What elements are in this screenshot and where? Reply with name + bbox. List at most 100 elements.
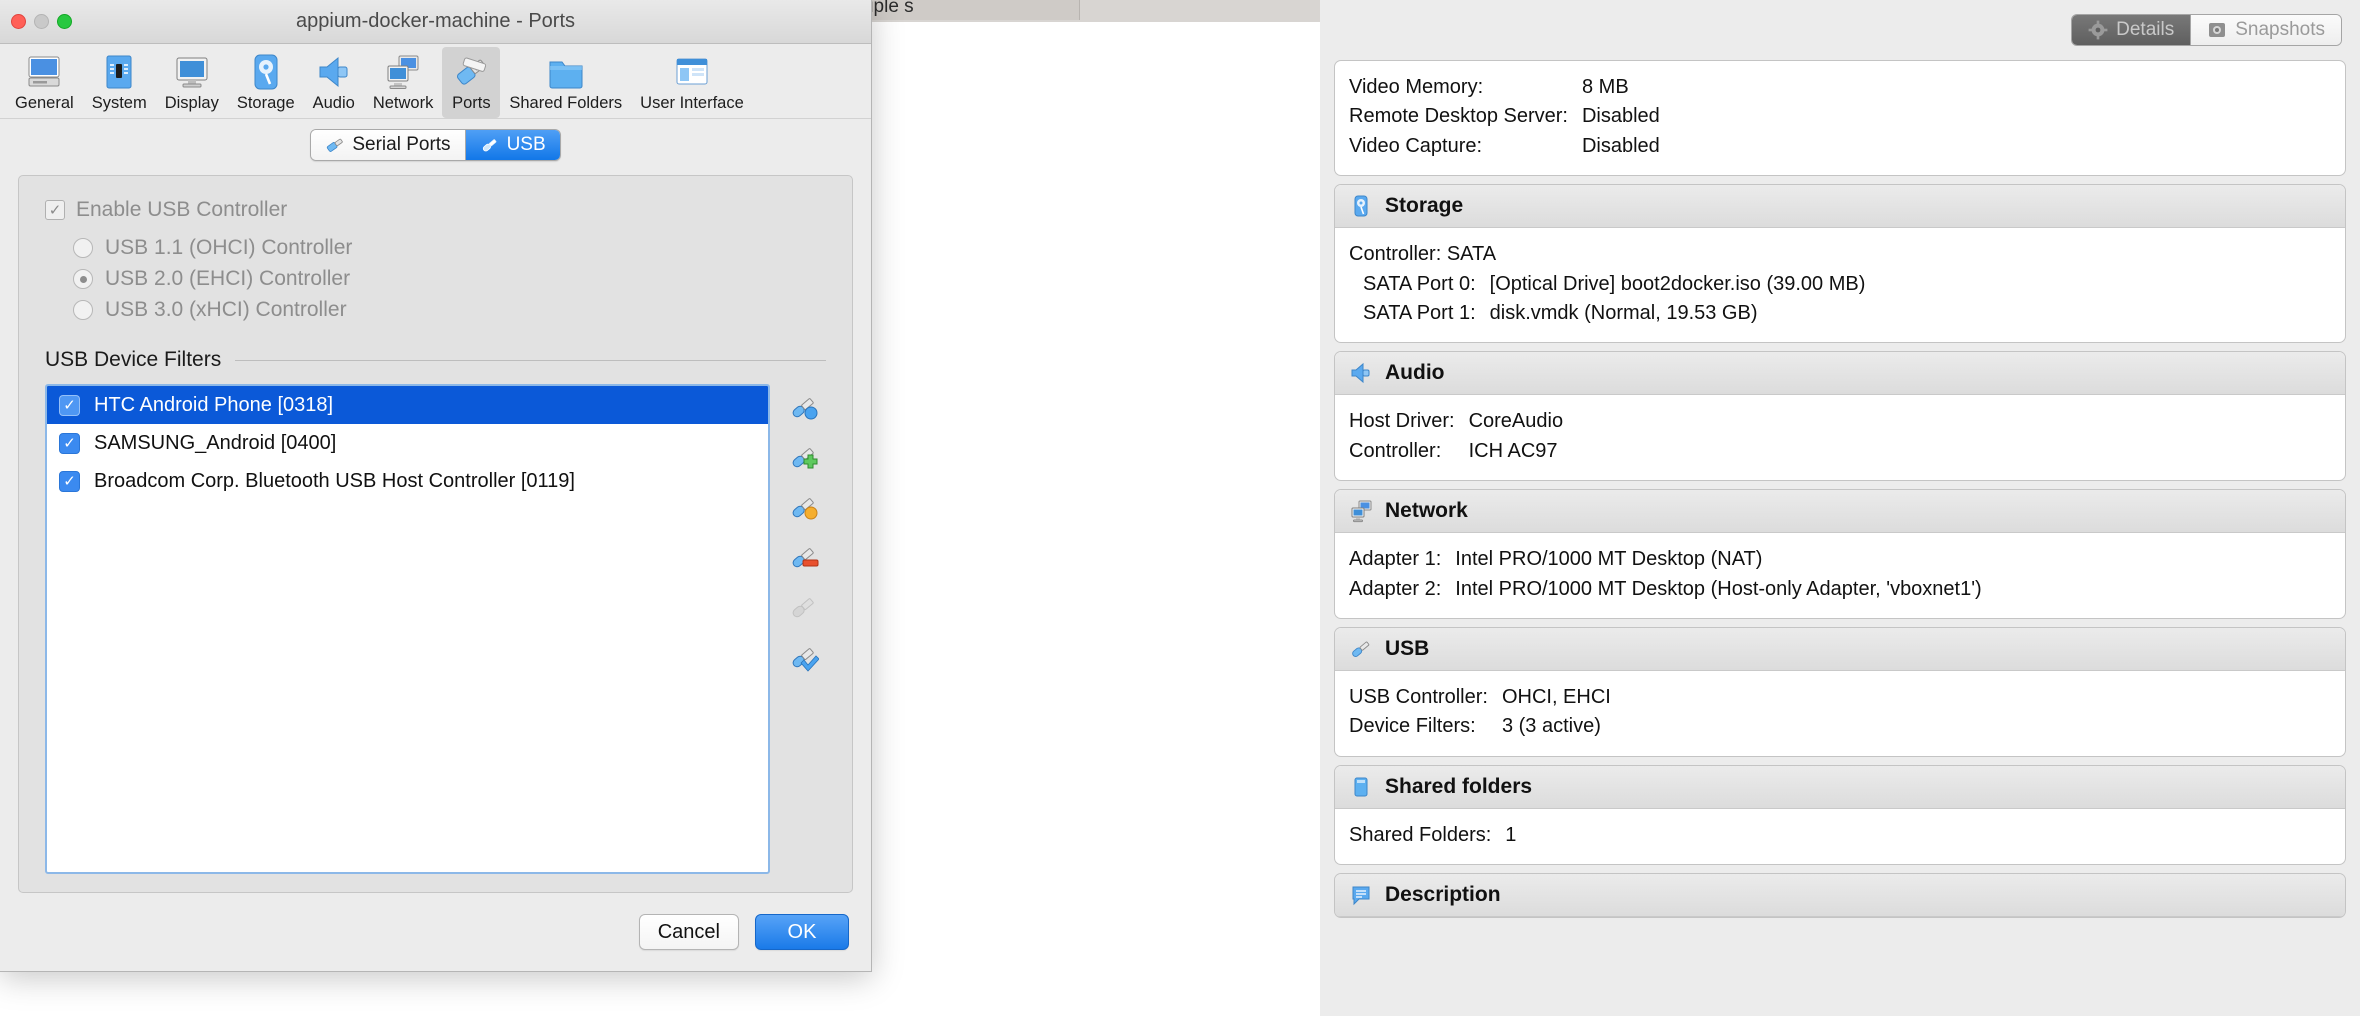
row-key: Video Memory: <box>1349 76 1484 98</box>
toolbar-item-label: Network <box>372 94 434 112</box>
card-title: Network <box>1385 499 1468 523</box>
radio-label: USB 2.0 (EHCI) Controller <box>105 267 351 290</box>
radio-button[interactable] <box>73 238 93 258</box>
row-value: 8 MB <box>1581 76 1629 98</box>
key-value-table: Video Memory: 8 MB Remote Desktop Server… <box>1349 73 2331 161</box>
shared-folders-details-card: Shared folders Shared Folders: 1 <box>1334 764 2346 866</box>
ports-subtabs-container: Serial Ports USB <box>0 119 871 171</box>
toolbar-item-system[interactable]: System <box>83 47 156 118</box>
enable-usb-controller-row[interactable]: ✓ Enable USB Controller <box>45 198 826 222</box>
cancel-button[interactable]: Cancel <box>638 914 739 950</box>
description-icon <box>1352 886 1370 906</box>
filter-label: Broadcom Corp. Bluetooth USB Host Contro… <box>94 469 575 492</box>
zoom-button[interactable] <box>57 14 72 29</box>
toolbar-item-general[interactable]: General <box>6 47 83 118</box>
usb-move-up-icon[interactable] <box>789 592 819 622</box>
radio-button[interactable] <box>73 269 93 289</box>
details-snapshots-segmented: Details Snapshots <box>2071 14 2342 46</box>
close-button[interactable] <box>11 14 26 29</box>
settings-toolbar: General System Display Storage Audio Net… <box>0 44 871 119</box>
list-item[interactable]: ✓ HTC Android Phone [0318] <box>47 386 768 424</box>
system-icon <box>106 55 132 89</box>
vm-settings-window: appium-docker-machine - Ports General Sy… <box>0 0 872 972</box>
usb-details-card: USB USB Controller: OHCI, EHCI Device Fi… <box>1334 626 2346 757</box>
usb-move-down-icon[interactable] <box>789 642 819 672</box>
filter-label: SAMSUNG_Android [0400] <box>94 431 337 454</box>
usb-edit-filter-icon[interactable] <box>789 492 819 522</box>
row-key: Host Driver: <box>1349 410 1455 433</box>
usb-filter-toolbar <box>782 384 826 874</box>
details-pane-edge <box>2354 0 2360 1016</box>
toolbar-item-label: User Interface <box>640 94 744 112</box>
card-header[interactable]: Storage <box>1335 185 2345 229</box>
tab-usb[interactable]: USB <box>464 130 560 160</box>
row-key: Adapter 2: <box>1349 577 1442 600</box>
row-value: disk.vmdk (Normal, 19.53 GB) <box>1489 301 1758 324</box>
usb-device-filters-label: USB Device Filters <box>45 348 222 371</box>
toolbar-item-shared-folders[interactable]: Shared Folders <box>500 47 631 118</box>
radio-label: USB 3.0 (xHCI) Controller <box>105 298 347 321</box>
usb-add-from-device-icon[interactable] <box>789 392 819 422</box>
filter-checkbox[interactable]: ✓ <box>59 394 80 416</box>
network-icon <box>1351 500 1372 523</box>
card-header[interactable]: Network <box>1335 490 2345 534</box>
row-value: OHCI, EHCI <box>1501 685 1611 708</box>
row-value: Disabled <box>1581 105 1660 128</box>
card-header[interactable]: Description <box>1335 874 2345 918</box>
toolbar-item-ports[interactable]: Ports <box>442 47 501 118</box>
storage-icon <box>1354 195 1368 217</box>
audio-icon <box>319 56 348 88</box>
network-details-card: Network Adapter 1: Intel PRO/1000 MT Des… <box>1334 489 2346 619</box>
tab-snapshots[interactable]: Snapshots <box>2190 15 2341 45</box>
key-value-table: Host Driver: CoreAudio Controller: ICH A… <box>1349 407 2331 466</box>
radio-usb30-xhci[interactable]: USB 3.0 (xHCI) Controller <box>73 298 826 322</box>
toolbar-item-storage[interactable]: Storage <box>228 47 304 118</box>
toolbar-item-label: General <box>15 94 74 112</box>
card-body: Video Memory: 8 MB Remote Desktop Server… <box>1335 61 2345 175</box>
details-scroll-area[interactable]: Video Memory: 8 MB Remote Desktop Server… <box>1320 60 2360 1016</box>
filter-checkbox[interactable]: ✓ <box>59 432 80 454</box>
toolbar-item-audio[interactable]: Audio <box>304 47 364 118</box>
toolbar-item-display[interactable]: Display <box>156 47 228 118</box>
usb-settings-panel: ✓ Enable USB Controller USB 1.1 (OHCI) C… <box>18 175 853 893</box>
tab-details[interactable]: Details <box>2072 15 2191 45</box>
storage-icon <box>254 54 278 90</box>
window-controls <box>11 14 72 29</box>
row-value: Intel PRO/1000 MT Desktop (Host-only Ada… <box>1455 577 1982 600</box>
row-key: Device Filters: <box>1349 715 1476 738</box>
ok-button[interactable]: OK <box>755 914 849 950</box>
radio-button[interactable] <box>73 300 93 320</box>
list-item[interactable]: ✓ Broadcom Corp. Bluetooth USB Host Cont… <box>47 462 768 500</box>
card-header[interactable]: Audio <box>1335 352 2345 396</box>
enable-usb-controller-checkbox[interactable]: ✓ <box>45 200 65 220</box>
card-title: USB <box>1385 636 1430 660</box>
radio-usb20-ehci[interactable]: USB 2.0 (EHCI) Controller <box>73 267 826 291</box>
window-title: appium-docker-machine - Ports <box>296 10 575 32</box>
card-header[interactable]: Shared folders <box>1335 765 2345 809</box>
separator-rule <box>235 359 826 361</box>
card-header[interactable]: USB <box>1335 627 2345 671</box>
row-key: USB Controller: <box>1349 685 1488 708</box>
usb-icon <box>1352 641 1370 657</box>
vm-details-pane: Details Snapshots Video Memory: 8 MB Rem… <box>1320 0 2360 1016</box>
tab-label: Snapshots <box>2235 19 2325 40</box>
key-value-table: Shared Folders: 1 <box>1349 821 2331 850</box>
radio-usb11-ohci[interactable]: USB 1.1 (OHCI) Controller <box>73 236 826 260</box>
network-icon <box>387 55 419 89</box>
toolbar-item-network[interactable]: Network <box>364 47 443 118</box>
filter-checkbox[interactable]: ✓ <box>59 470 80 492</box>
toolbar-item-user-interface[interactable]: User Interface <box>631 47 753 118</box>
usb-device-filters-list[interactable]: ✓ HTC Android Phone [0318] ✓ SAMSUNG_And… <box>45 384 770 874</box>
usb-add-new-filter-icon[interactable] <box>789 442 819 472</box>
filter-label: HTC Android Phone [0318] <box>94 393 334 416</box>
window-titlebar: appium-docker-machine - Ports <box>0 0 871 44</box>
minimize-button[interactable] <box>34 14 49 29</box>
snapshot-icon <box>2209 23 2226 37</box>
usb-remove-filter-icon[interactable] <box>789 542 819 572</box>
usb-icon <box>482 139 496 152</box>
toolbar-item-label: Shared Folders <box>509 94 623 112</box>
row-key: Remote Desktop Server: <box>1349 105 1568 128</box>
tab-serial-ports[interactable]: Serial Ports <box>311 130 465 160</box>
list-item[interactable]: ✓ SAMSUNG_Android [0400] <box>47 424 768 462</box>
ports-icon <box>457 57 487 85</box>
